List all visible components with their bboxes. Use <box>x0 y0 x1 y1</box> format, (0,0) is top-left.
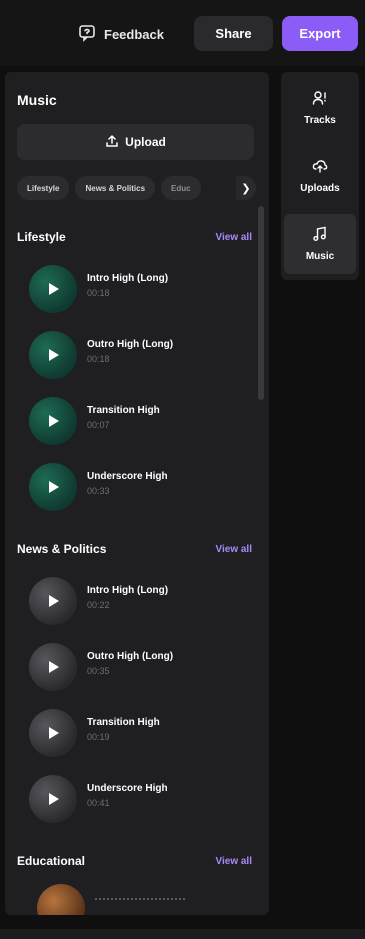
track-item[interactable]: Intro High (Long) 00:22 <box>29 576 249 626</box>
section-title: Lifestyle <box>17 230 66 244</box>
track-duration: 00:18 <box>87 287 110 298</box>
track-name-placeholder <box>95 898 185 904</box>
track-duration: 00:33 <box>87 485 110 496</box>
nav-item-uploads[interactable]: Uploads <box>284 146 356 206</box>
play-icon[interactable] <box>29 775 77 823</box>
panel-title: Music <box>17 92 57 108</box>
chip-news-politics[interactable]: News & Politics <box>75 176 156 200</box>
nav-label: Uploads <box>300 183 340 194</box>
bottom-strip <box>0 929 365 939</box>
top-bar: Feedback Share Export <box>0 0 365 66</box>
category-chips: Lifestyle News & Politics Educ <box>17 176 254 200</box>
section-title: Educational <box>17 854 86 868</box>
track-item[interactable]: Outro High (Long) 00:35 <box>29 642 249 692</box>
track-name: Underscore High <box>87 782 168 794</box>
upload-button[interactable]: Upload <box>17 124 254 160</box>
track-duration: 00:07 <box>87 419 110 430</box>
track-item[interactable] <box>29 884 249 915</box>
track-duration: 00:22 <box>87 599 110 610</box>
chip-lifestyle[interactable]: Lifestyle <box>17 176 70 200</box>
music-panel: Music Upload Lifestyle News & Politics E… <box>5 72 269 915</box>
play-icon[interactable] <box>29 577 77 625</box>
scrollbar[interactable] <box>258 206 264 400</box>
play-icon[interactable] <box>29 265 77 313</box>
upload-label: Upload <box>125 135 166 149</box>
export-button[interactable]: Export <box>282 16 358 51</box>
play-icon[interactable] <box>29 643 77 691</box>
track-item[interactable]: Transition High 00:19 <box>29 708 249 758</box>
track-thumbnail[interactable] <box>37 884 85 915</box>
track-item[interactable]: Outro High (Long) 00:18 <box>29 330 249 380</box>
feedback-label: Feedback <box>104 26 164 42</box>
nav-label: Music <box>305 251 335 262</box>
upload-icon <box>105 134 119 151</box>
play-icon[interactable] <box>29 331 77 379</box>
track-item[interactable]: Underscore High 00:41 <box>29 774 249 824</box>
play-icon[interactable] <box>29 397 77 445</box>
side-nav: Tracks Uploads Music <box>281 72 359 280</box>
track-duration: 00:18 <box>87 353 110 364</box>
nav-item-tracks[interactable]: Tracks <box>284 78 356 138</box>
chip-educational[interactable]: Educ <box>161 176 201 200</box>
track-duration: 00:41 <box>87 797 110 808</box>
play-icon[interactable] <box>29 463 77 511</box>
play-icon[interactable] <box>29 709 77 757</box>
section-header-educational: Educational View all <box>17 852 252 870</box>
tracks-icon <box>312 90 328 111</box>
section-header-lifestyle: Lifestyle View all <box>17 228 252 246</box>
track-item[interactable]: Underscore High 00:33 <box>29 462 249 512</box>
nav-item-music[interactable]: Music <box>284 214 356 274</box>
music-note-icon <box>312 226 328 247</box>
track-name: Intro High (Long) <box>87 272 169 284</box>
feedback-icon <box>78 24 96 45</box>
section-title: News & Politics <box>17 542 107 556</box>
track-item[interactable]: Intro High (Long) 00:18 <box>29 264 249 314</box>
track-duration: 00:35 <box>87 665 110 676</box>
track-duration: 00:19 <box>87 731 110 742</box>
track-name: Outro High (Long) <box>87 338 174 350</box>
track-name: Intro High (Long) <box>87 584 169 596</box>
share-button[interactable]: Share <box>194 16 273 51</box>
track-name: Transition High <box>87 716 160 728</box>
track-name: Transition High <box>87 404 160 416</box>
track-name: Outro High (Long) <box>87 650 174 662</box>
view-all-link[interactable]: View all <box>215 232 252 243</box>
track-item[interactable]: Transition High 00:07 <box>29 396 249 446</box>
nav-label: Tracks <box>304 115 336 126</box>
track-name: Underscore High <box>87 470 168 482</box>
feedback-button[interactable]: Feedback <box>78 22 164 46</box>
view-all-link[interactable]: View all <box>215 544 252 555</box>
section-header-news-politics: News & Politics View all <box>17 540 252 558</box>
view-all-link[interactable]: View all <box>215 856 252 867</box>
cloud-upload-icon <box>312 158 328 179</box>
